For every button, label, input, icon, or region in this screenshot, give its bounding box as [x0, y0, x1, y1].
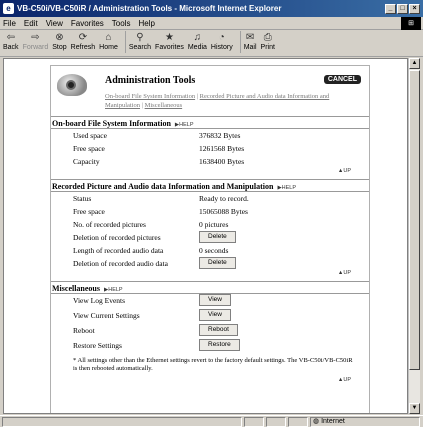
table-row: Capacity 1638400 Bytes: [73, 157, 245, 166]
table-row: Status Ready to record.: [73, 194, 249, 203]
media-button[interactable]: ♫ Media: [188, 31, 207, 51]
section-links: On-board File System Information | Recor…: [105, 93, 330, 109]
window-title: VB-C50i/VB-C50iR / Administration Tools …: [17, 4, 282, 13]
menu-file[interactable]: File: [3, 19, 16, 28]
browser-viewport: Administration Tools CANCEL On-board Fil…: [3, 58, 408, 414]
menu-bar: File Edit View Favorites Tools Help ⊞: [0, 17, 423, 30]
section-header-fs: On-board File System Information ▶HELP: [51, 116, 369, 129]
menu-tools[interactable]: Tools: [112, 19, 131, 28]
zone-indicator: ◍ Internet: [310, 416, 420, 427]
cancel-button[interactable]: CANCEL: [323, 75, 361, 84]
table-row: Free space 1261568 Bytes: [73, 144, 245, 153]
up-link[interactable]: ▲UP: [338, 377, 351, 383]
table-row: Free space 15065088 Bytes: [73, 207, 248, 216]
status-bar: ◍ Internet: [0, 415, 423, 427]
toolbar-separator: [239, 31, 241, 53]
restore-button[interactable]: Restore: [199, 339, 240, 351]
table-row: Used space 376832 Bytes: [73, 131, 241, 140]
print-button[interactable]: ⎙ Print: [261, 31, 275, 51]
vertical-scrollbar[interactable]: ▲ ▼: [408, 58, 420, 414]
maximize-button[interactable]: □: [397, 3, 408, 14]
table-row: View Current Settings View: [51, 309, 369, 324]
menu-view[interactable]: View: [46, 19, 63, 28]
forward-button[interactable]: ⇨ Forward: [23, 31, 49, 51]
page-title: Administration Tools: [105, 75, 196, 86]
delete-audio-button[interactable]: Delete: [199, 257, 236, 269]
section-title: On-board File System Information: [52, 119, 171, 128]
up-link[interactable]: ▲UP: [338, 168, 351, 174]
search-button[interactable]: ⚲ Search: [129, 31, 151, 51]
menu-edit[interactable]: Edit: [24, 19, 38, 28]
camera-icon: [57, 74, 87, 96]
media-icon: ♫: [193, 32, 202, 43]
link-fs-info[interactable]: On-board File System Information: [105, 93, 195, 100]
status-cell: [266, 416, 286, 427]
favorites-button[interactable]: ★ Favorites: [155, 31, 184, 51]
scroll-down-icon[interactable]: ▼: [409, 403, 420, 414]
forward-arrow-icon: ⇨: [31, 32, 40, 43]
view-log-button[interactable]: View: [199, 294, 231, 306]
mail-button[interactable]: ✉ Mail: [244, 31, 257, 51]
menu-help[interactable]: Help: [138, 19, 154, 28]
windows-logo-icon: ⊞: [401, 17, 421, 30]
section-title: Recorded Picture and Audio data Informat…: [52, 182, 274, 191]
reboot-button[interactable]: Reboot: [199, 324, 238, 336]
up-link[interactable]: ▲UP: [338, 270, 351, 276]
view-settings-button[interactable]: View: [199, 309, 231, 321]
home-icon: ⌂: [105, 32, 112, 43]
help-link[interactable]: ▶HELP: [277, 185, 296, 191]
refresh-button[interactable]: ⟳ Refresh: [71, 31, 96, 51]
table-row: Deletion of recorded pictures Delete: [51, 231, 369, 244]
section-header-misc: Miscellaneous ▶HELP: [51, 281, 369, 294]
favorites-icon: ★: [164, 32, 174, 43]
table-row: View Log Events View: [51, 294, 369, 309]
home-button[interactable]: ⌂ Home: [99, 31, 118, 51]
title-bar: e VB-C50i/VB-C50iR / Administration Tool…: [0, 0, 423, 17]
status-cell: [244, 416, 264, 427]
section-title: Miscellaneous: [52, 284, 100, 293]
toolbar-separator: [124, 31, 126, 53]
table-row: Restore Settings Restore: [51, 339, 369, 354]
table-row: Reboot Reboot: [51, 324, 369, 339]
status-text: [2, 416, 242, 427]
globe-icon: ◍: [313, 417, 322, 425]
link-misc[interactable]: Miscellaneous: [145, 102, 183, 109]
up-link-row: ▲UP: [51, 377, 369, 386]
mail-icon: ✉: [245, 32, 255, 43]
help-link[interactable]: ▶HELP: [104, 287, 123, 293]
stop-button[interactable]: ⊗ Stop: [52, 31, 66, 51]
table-row: No. of recorded pictures 0 pictures: [73, 220, 229, 229]
stop-icon: ⊗: [55, 32, 64, 43]
status-cell: [288, 416, 308, 427]
scroll-up-icon[interactable]: ▲: [409, 58, 420, 69]
print-icon: ⎙: [263, 32, 272, 43]
toolbar: ⇦ Back ⇨ Forward ⊗ Stop ⟳ Refresh ⌂ Home ⚲ Sea…: [0, 31, 423, 57]
scroll-thumb[interactable]: [409, 70, 420, 370]
up-link-row: ▲UP: [51, 168, 369, 177]
back-arrow-icon: ⇦: [6, 32, 15, 43]
close-button[interactable]: ×: [409, 3, 420, 14]
admin-page: Administration Tools CANCEL On-board Fil…: [50, 65, 370, 413]
ie-icon: e: [3, 3, 14, 14]
restore-note: * All settings other than the Ethernet s…: [73, 357, 353, 372]
help-link[interactable]: ▶HELP: [175, 122, 194, 128]
section-header-recorded: Recorded Picture and Audio data Informat…: [51, 179, 369, 192]
history-button[interactable]: ◔ History: [211, 31, 233, 51]
refresh-icon: ⟳: [78, 32, 88, 43]
table-row: Length of recorded audio data 0 seconds: [73, 246, 229, 255]
history-icon: ◔: [218, 32, 225, 43]
page-header: Administration Tools CANCEL On-board Fil…: [51, 66, 369, 114]
table-row: Deletion of recorded audio data Delete: [51, 257, 369, 270]
delete-pictures-button[interactable]: Delete: [199, 231, 236, 243]
up-link-row: ▲UP: [51, 270, 369, 279]
menu-favorites[interactable]: Favorites: [71, 19, 104, 28]
back-button[interactable]: ⇦ Back: [3, 31, 19, 51]
minimize-button[interactable]: _: [385, 3, 396, 14]
search-icon: ⚲: [136, 32, 144, 43]
